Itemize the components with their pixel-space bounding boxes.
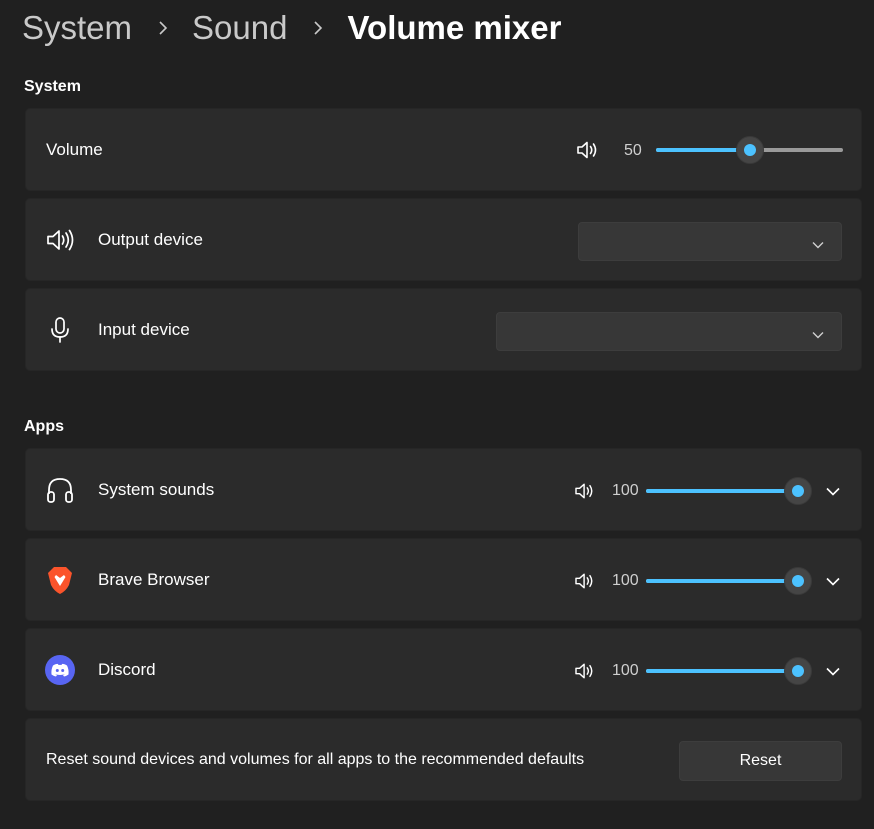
page-title: Volume mixer: [347, 9, 562, 46]
output-device-dropdown[interactable]: [578, 222, 842, 261]
input-device-row: Input device: [25, 288, 862, 371]
slider-fill: [646, 489, 798, 493]
speaker-icon[interactable]: [573, 571, 597, 591]
headphones-icon: [44, 474, 76, 506]
volume-label: Volume: [46, 139, 103, 159]
output-device-row: Output device: [25, 198, 862, 281]
app-volume-value: 100: [612, 662, 639, 679]
breadcrumb-sound[interactable]: Sound: [192, 9, 287, 47]
slider-fill: [646, 579, 798, 583]
breadcrumb: System Sound Volume mixer: [22, 6, 561, 50]
volume-row: Volume 50: [25, 108, 862, 191]
slider-fill: [646, 669, 798, 673]
chevron-right-icon: [156, 21, 170, 35]
slider-thumb[interactable]: [784, 567, 812, 595]
app-row-system-sounds: System sounds 100: [25, 448, 862, 531]
input-device-label: Input device: [98, 319, 190, 339]
speaker-icon[interactable]: [576, 140, 600, 160]
reset-row: Reset sound devices and volumes for all …: [25, 718, 862, 801]
app-row-discord: Discord 100: [25, 628, 862, 711]
input-device-dropdown[interactable]: [496, 312, 842, 351]
chevron-down-icon[interactable]: [821, 569, 845, 593]
chevron-down-icon[interactable]: [821, 479, 845, 503]
app-volume-slider[interactable]: [646, 657, 812, 685]
reset-button[interactable]: Reset: [679, 741, 842, 781]
slider-thumb[interactable]: [735, 136, 764, 164]
slider-thumb[interactable]: [784, 657, 812, 685]
brave-icon: [44, 564, 76, 596]
discord-icon: [44, 654, 76, 686]
app-volume-value: 100: [612, 482, 639, 499]
app-label: Discord: [98, 659, 156, 679]
chevron-down-icon: [812, 326, 824, 344]
speaker-icon: [44, 224, 76, 256]
slider-thumb[interactable]: [784, 477, 812, 505]
section-title-system: System: [24, 78, 81, 95]
app-row-brave-browser: Brave Browser 100: [25, 538, 862, 621]
breadcrumb-system[interactable]: System: [22, 9, 132, 47]
output-device-label: Output device: [98, 229, 203, 249]
chevron-down-icon: [812, 236, 824, 254]
volume-value: 50: [624, 142, 642, 159]
reset-description: Reset sound devices and volumes for all …: [46, 750, 585, 768]
microphone-icon: [44, 314, 76, 346]
speaker-icon[interactable]: [573, 481, 597, 501]
app-label: System sounds: [98, 479, 215, 499]
chevron-right-icon: [311, 21, 325, 35]
section-title-apps: Apps: [24, 418, 64, 435]
app-volume-slider[interactable]: [646, 567, 812, 595]
app-label: Brave Browser: [98, 569, 210, 589]
app-volume-slider[interactable]: [646, 477, 812, 505]
app-volume-value: 100: [612, 572, 639, 589]
chevron-down-icon[interactable]: [821, 659, 845, 683]
speaker-icon[interactable]: [573, 661, 597, 681]
volume-slider[interactable]: [656, 136, 843, 164]
